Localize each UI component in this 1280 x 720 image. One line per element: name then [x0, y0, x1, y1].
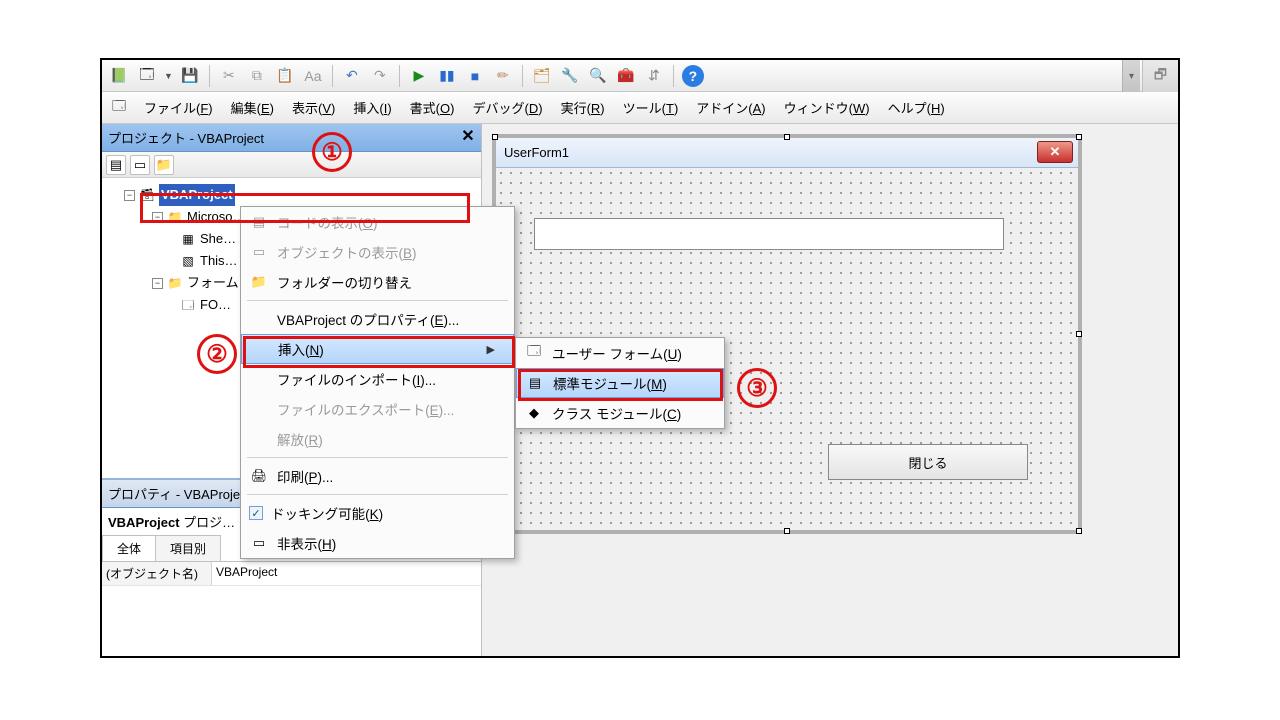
- hide-icon: ▭: [249, 535, 269, 551]
- close-button-control[interactable]: 閉じる: [828, 444, 1028, 480]
- ctx-hide[interactable]: ▭ 非表示(H): [241, 528, 514, 558]
- view-code-icon[interactable]: ▤: [106, 155, 126, 175]
- project-explorer-title: プロジェクト - VBAProject: [108, 131, 264, 146]
- pause-icon[interactable]: ▮▮: [436, 65, 458, 87]
- menu-view[interactable]: 表示(V): [284, 94, 343, 121]
- textbox-control[interactable]: [534, 218, 1004, 250]
- view-form-icon[interactable]: 🗔: [136, 65, 158, 87]
- tab-order-icon[interactable]: ⇵: [643, 65, 665, 87]
- close-icon[interactable]: ✕: [457, 125, 479, 147]
- property-name-value[interactable]: VBAProject: [212, 562, 481, 585]
- collapse-icon[interactable]: −: [152, 212, 163, 223]
- ctx-insert[interactable]: 挿入(N) ▶: [241, 334, 514, 364]
- menu-file[interactable]: ファイル(F): [136, 94, 221, 121]
- menu-edit[interactable]: 編集(E): [223, 94, 282, 121]
- print-icon: 🖨: [249, 468, 269, 484]
- copy-icon[interactable]: ⧉: [246, 65, 268, 87]
- ctx-import-file[interactable]: ファイルのインポート(I)...: [241, 364, 514, 394]
- toggle-folders-icon[interactable]: 📁: [154, 155, 174, 175]
- userform-designer[interactable]: UserForm1 ✕ 閉じる: [492, 134, 1082, 534]
- stop-icon[interactable]: ■: [464, 65, 486, 87]
- properties-window-icon[interactable]: 🔧: [559, 65, 581, 87]
- ctx-export-file: ファイルのエクスポート(E)...: [241, 394, 514, 424]
- menu-help[interactable]: ヘルプ(H): [880, 94, 953, 121]
- menu-debug[interactable]: デバッグ(D): [464, 94, 550, 121]
- menu-tools[interactable]: ツール(T): [615, 94, 687, 121]
- run-icon[interactable]: ▶: [408, 65, 430, 87]
- ctx-dockable[interactable]: ✓ ドッキング可能(K): [241, 498, 514, 528]
- tab-categorized[interactable]: 項目別: [155, 535, 221, 561]
- vbaproject-icon: 🗃: [139, 187, 155, 203]
- menu-run[interactable]: 実行(R): [553, 94, 613, 121]
- form-indicator-icon: 🗔: [108, 97, 130, 119]
- folder-icon: 📁: [167, 209, 183, 225]
- ctx-view-code: ▤ コードの表示(O): [241, 207, 514, 237]
- collapse-icon[interactable]: −: [152, 278, 163, 289]
- toolbar-overflow-icon[interactable]: ▾: [1122, 60, 1140, 92]
- userform-icon: 🗔: [524, 342, 544, 364]
- ctx-insert-userform[interactable]: 🗔 ユーザー フォーム(U): [516, 338, 724, 368]
- excel-icon[interactable]: 📗: [108, 65, 130, 87]
- object-browser-icon[interactable]: 🔍: [587, 65, 609, 87]
- view-object-icon[interactable]: ▭: [130, 155, 150, 175]
- ctx-view-object: ▭ オブジェクトの表示(B): [241, 237, 514, 267]
- ctx-insert-module[interactable]: ▤ 標準モジュール(M): [516, 368, 724, 398]
- userform-close-button[interactable]: ✕: [1037, 141, 1073, 163]
- userform-titlebar[interactable]: UserForm1 ✕: [496, 138, 1078, 168]
- ctx-toggle-folders[interactable]: 📁 フォルダーの切り替え: [241, 267, 514, 297]
- context-menu[interactable]: ▤ コードの表示(O) ▭ オブジェクトの表示(B) 📁 フォルダーの切り替え …: [240, 206, 515, 559]
- form-icon: 🗔: [180, 297, 196, 313]
- dropdown-icon[interactable]: ▼: [164, 71, 173, 81]
- tree-root[interactable]: − 🗃 VBAProject: [106, 184, 477, 206]
- code-icon: ▤: [249, 214, 269, 230]
- undo-icon[interactable]: ↶: [341, 65, 363, 87]
- collapse-icon[interactable]: −: [124, 190, 135, 201]
- menu-insert[interactable]: 挿入(I): [345, 94, 399, 121]
- context-submenu-insert[interactable]: 🗔 ユーザー フォーム(U) ▤ 標準モジュール(M) ◆ クラス モジュール(…: [515, 337, 725, 429]
- ctx-insert-class[interactable]: ◆ クラス モジュール(C): [516, 398, 724, 428]
- standard-toolbar: 📗 🗔 ▼ 💾 ✂ ⧉ 📋 Aa ↶ ↷ ▶ ▮▮ ■ ✏ 🗂 🔧 🔍 🧰 ⇵ …: [102, 60, 1178, 92]
- ctx-project-properties[interactable]: VBAProject のプロパティ(E)...: [241, 304, 514, 334]
- module-icon: ▤: [525, 375, 545, 391]
- property-row[interactable]: (オブジェクト名) VBAProject: [102, 562, 481, 586]
- redo-icon[interactable]: ↷: [369, 65, 391, 87]
- folder-icon: 📁: [249, 274, 269, 290]
- annotation-3: ③: [737, 368, 777, 408]
- menu-addins[interactable]: アドイン(A): [688, 94, 773, 121]
- checkbox-checked-icon: ✓: [249, 506, 263, 520]
- toolbox-collapsed-icon[interactable]: 🗗: [1142, 60, 1178, 92]
- menu-format[interactable]: 書式(O): [402, 94, 463, 121]
- class-icon: ◆: [524, 405, 544, 421]
- userform-title: UserForm1: [504, 145, 569, 160]
- object-icon: ▭: [249, 244, 269, 260]
- sheet-icon: ▦: [180, 231, 196, 247]
- save-icon[interactable]: 💾: [179, 65, 201, 87]
- project-explorer-toolbar: ▤ ▭ 📁: [102, 152, 481, 178]
- paste-icon[interactable]: 📋: [274, 65, 296, 87]
- ctx-print[interactable]: 🖨 印刷(P)...: [241, 461, 514, 491]
- annotation-1: ①: [312, 132, 352, 172]
- format-painter-icon[interactable]: Aa: [302, 65, 324, 87]
- annotation-2: ②: [197, 334, 237, 374]
- cut-icon[interactable]: ✂: [218, 65, 240, 87]
- ctx-remove: 解放(R): [241, 424, 514, 454]
- tab-all[interactable]: 全体: [102, 535, 156, 561]
- workbook-icon: ▧: [180, 253, 196, 269]
- toolbox-icon[interactable]: 🧰: [615, 65, 637, 87]
- submenu-arrow-icon: ▶: [487, 343, 495, 356]
- folder-icon: 📁: [167, 275, 183, 291]
- menu-bar: 🗔 ファイル(F) 編集(E) 表示(V) 挿入(I) 書式(O) デバッグ(D…: [102, 92, 1178, 124]
- project-explorer-header: プロジェクト - VBAProject ✕: [102, 124, 481, 152]
- menu-window[interactable]: ウィンドウ(W): [776, 94, 878, 121]
- design-mode-icon[interactable]: ✏: [492, 65, 514, 87]
- project-explorer-icon[interactable]: 🗂: [531, 65, 553, 87]
- property-name-label: (オブジェクト名): [102, 562, 212, 585]
- help-icon[interactable]: ?: [682, 65, 704, 87]
- properties-header-title: プロパティ - VBAProjec…: [108, 487, 260, 502]
